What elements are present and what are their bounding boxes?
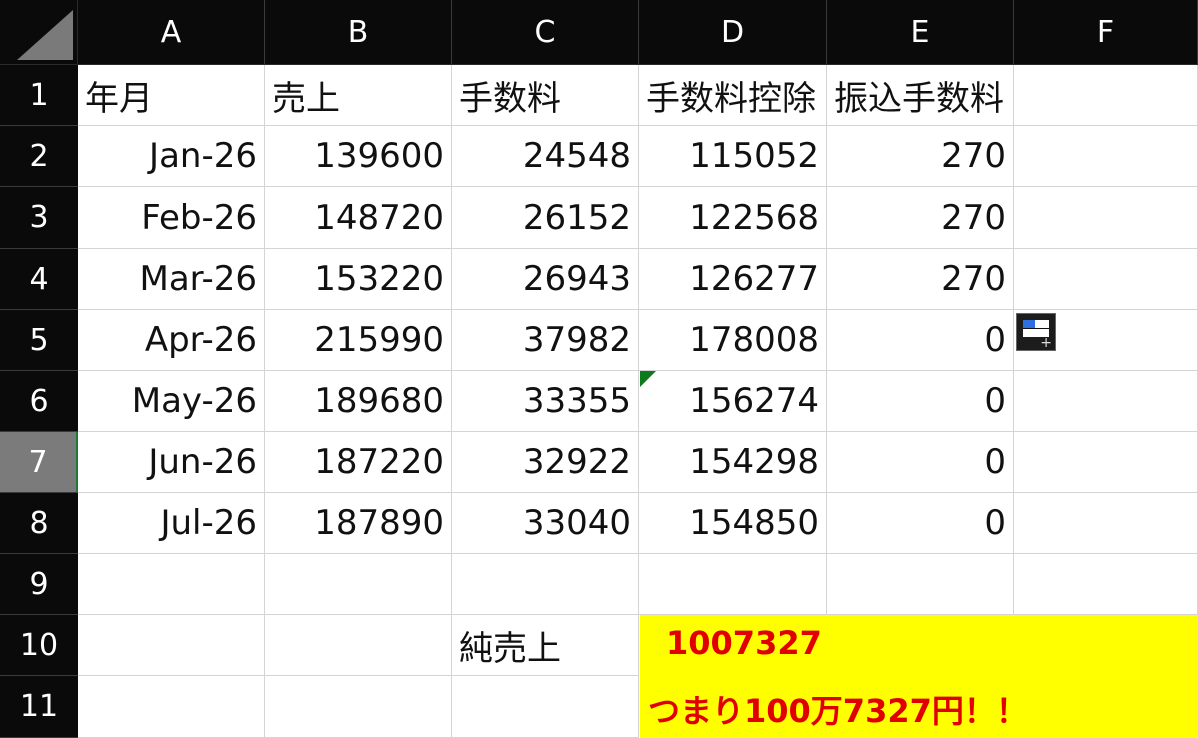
row-header-2[interactable]: 2 <box>0 126 78 187</box>
cell-d7[interactable]: 154298 <box>639 432 827 493</box>
cell-a10[interactable] <box>78 615 265 676</box>
cell-d4[interactable]: 126277 <box>639 249 827 310</box>
row-header-5[interactable]: 5 <box>0 310 78 371</box>
cell-d1[interactable]: 手数料控除 <box>639 65 827 126</box>
cell-e2[interactable]: 270 <box>827 126 1014 187</box>
column-header-b[interactable]: B <box>265 0 452 65</box>
cell-c3[interactable]: 26152 <box>452 187 639 249</box>
cell-a4[interactable]: Mar-26 <box>78 249 265 310</box>
cell-e8[interactable]: 0 <box>827 493 1014 554</box>
cell-d8[interactable]: 154850 <box>639 493 827 554</box>
row-header-1[interactable]: 1 <box>0 65 78 126</box>
cell-d3[interactable]: 122568 <box>639 187 827 249</box>
row-header-6[interactable]: 6 <box>0 371 78 432</box>
cell-b10[interactable] <box>265 615 452 676</box>
cell-b4[interactable]: 153220 <box>265 249 452 310</box>
cell-f8[interactable] <box>1014 493 1198 554</box>
column-header-d[interactable]: D <box>639 0 827 65</box>
cell-c7[interactable]: 32922 <box>452 432 639 493</box>
cell-c1[interactable]: 手数料 <box>452 65 639 126</box>
cell-c5[interactable]: 37982 <box>452 310 639 371</box>
cell-d2[interactable]: 115052 <box>639 126 827 187</box>
column-header-a[interactable]: A <box>78 0 265 65</box>
cell-d9[interactable] <box>639 554 827 615</box>
cell-c2[interactable]: 24548 <box>452 126 639 187</box>
cell-a2[interactable]: Jan-26 <box>78 126 265 187</box>
cell-c11[interactable] <box>452 676 639 738</box>
cell-b3[interactable]: 148720 <box>265 187 452 249</box>
row-header-7[interactable]: 7 <box>0 432 78 493</box>
cell-b7[interactable]: 187220 <box>265 432 452 493</box>
cell-b9[interactable] <box>265 554 452 615</box>
cell-e7[interactable]: 0 <box>827 432 1014 493</box>
cell-a8[interactable]: Jul-26 <box>78 493 265 554</box>
cell-a9[interactable] <box>78 554 265 615</box>
cell-a11[interactable] <box>78 676 265 738</box>
cell-e6[interactable]: 0 <box>827 371 1014 432</box>
cell-f4[interactable] <box>1014 249 1198 310</box>
cell-a3[interactable]: Feb-26 <box>78 187 265 249</box>
net-sales-value[interactable]: 1007327 <box>666 624 822 662</box>
cell-d5[interactable]: 178008 <box>639 310 827 371</box>
row-header-9[interactable]: 9 <box>0 554 78 615</box>
cell-b11[interactable] <box>265 676 452 738</box>
cell-a7[interactable]: Jun-26 <box>78 432 265 493</box>
row-header-3[interactable]: 3 <box>0 187 78 249</box>
row-header-11[interactable]: 11 <box>0 676 78 738</box>
cell-e3[interactable]: 270 <box>827 187 1014 249</box>
cell-error-indicator-icon[interactable] <box>640 371 656 387</box>
cell-f7[interactable] <box>1014 432 1198 493</box>
cell-b5[interactable]: 215990 <box>265 310 452 371</box>
cell-e4[interactable]: 270 <box>827 249 1014 310</box>
cell-f9[interactable] <box>1014 554 1198 615</box>
cell-f1[interactable] <box>1014 65 1198 126</box>
column-header-e[interactable]: E <box>827 0 1014 65</box>
cell-b2[interactable]: 139600 <box>265 126 452 187</box>
cell-d6[interactable]: 156274 <box>639 371 827 432</box>
row-header-10[interactable]: 10 <box>0 615 78 676</box>
cell-a5[interactable]: Apr-26 <box>78 310 265 371</box>
cell-f2[interactable] <box>1014 126 1198 187</box>
cell-c10[interactable]: 純売上 <box>452 615 639 676</box>
row-header-4[interactable]: 4 <box>0 249 78 310</box>
row-header-8[interactable]: 8 <box>0 493 78 554</box>
cell-b8[interactable]: 187890 <box>265 493 452 554</box>
quick-analysis-icon[interactable]: + <box>1016 313 1056 351</box>
cell-a1[interactable]: 年月 <box>78 65 265 126</box>
cell-b1[interactable]: 売上 <box>265 65 452 126</box>
spreadsheet-grid: A B C D E F 1 2 3 4 5 6 7 8 9 10 11 年月 売… <box>0 0 1198 738</box>
cell-a6[interactable]: May-26 <box>78 371 265 432</box>
column-header-c[interactable]: C <box>452 0 639 65</box>
cell-e1[interactable]: 振込手数料 <box>827 65 1014 126</box>
cell-c6[interactable]: 33355 <box>452 371 639 432</box>
cell-f6[interactable] <box>1014 371 1198 432</box>
cell-f3[interactable] <box>1014 187 1198 249</box>
cell-e5[interactable]: 0 <box>827 310 1014 371</box>
cell-c8[interactable]: 33040 <box>452 493 639 554</box>
cell-e9[interactable] <box>827 554 1014 615</box>
cell-c9[interactable] <box>452 554 639 615</box>
column-header-f[interactable]: F <box>1014 0 1198 65</box>
select-all-icon[interactable] <box>0 0 78 65</box>
cell-b6[interactable]: 189680 <box>265 371 452 432</box>
cell-c4[interactable]: 26943 <box>452 249 639 310</box>
net-sales-note[interactable]: つまり100万7327円！！ <box>648 686 1028 732</box>
